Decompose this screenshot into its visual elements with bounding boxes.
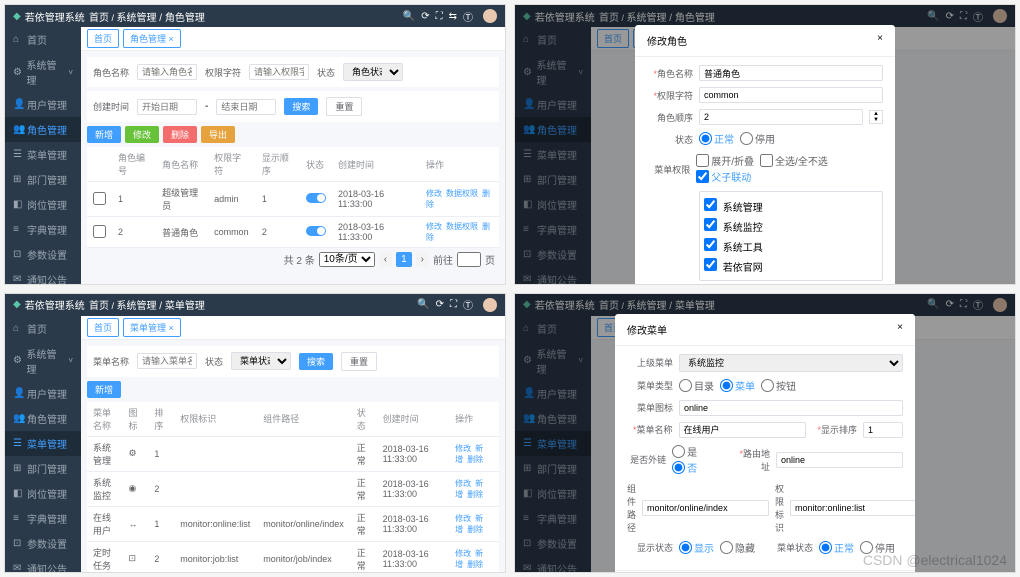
add-button[interactable]: 新增 [87,381,121,398]
menu-name-field[interactable] [679,422,806,438]
sidebar-item[interactable]: ⚙系统管理˅ [5,52,81,92]
table-row: 系统监控◉2正常2018-03-16 11:33:00修改新增删除 [87,471,499,506]
date-end[interactable] [216,99,276,115]
sidebar-item[interactable]: ⚙系统管理˅ [5,341,81,381]
github-icon[interactable]: ⟳ [421,11,429,22]
sidebar-item[interactable]: ⊞部门管理 [5,456,81,481]
status-switch[interactable] [306,193,326,203]
sidebar-item[interactable]: ≡字典管理 [5,506,81,531]
icon-field[interactable] [679,400,903,416]
sidebar-item[interactable]: 👥角色管理 [5,406,81,431]
pagination: 共 2 条 10条/页 ‹1› 前往页 [87,248,499,271]
sidebar-item[interactable]: ☰菜单管理 [5,431,81,456]
search-icon[interactable]: 🔍 [403,11,415,22]
logo[interactable]: 若依管理系统 [13,9,89,24]
dialog-title: 修改菜单 [627,322,667,337]
table-row: 在线用户↔1monitor:online:listmonitor/online/… [87,506,499,541]
role-name-input[interactable] [137,64,197,80]
sidebar-item[interactable]: 👤用户管理 [5,381,81,406]
sidebar-item[interactable]: ✉通知公告 [5,267,81,284]
sidebar-item[interactable]: ◧岗位管理 [5,192,81,217]
table-row: 定时任务⊡2monitor:job:listmonitor/job/index正… [87,541,499,572]
close-icon[interactable]: × [877,33,883,48]
sidebar-item[interactable]: ☰菜单管理 [5,142,81,167]
reset-button[interactable]: 重置 [341,352,377,371]
modal-mask: 修改角色× 角色名称 权限字符 角色顺序▲▼ 状态正常停用 菜单权限展开/折叠全… [515,5,1015,284]
dialog-title: 修改角色 [647,33,687,48]
sidebar-item[interactable]: ⌂首页 [5,316,81,341]
search-button[interactable]: 搜索 [299,353,333,370]
sidebar-item[interactable]: 👥角色管理 [5,117,81,142]
tab-role[interactable]: 角色管理 [123,29,181,48]
status-select[interactable]: 角色状态 [343,63,403,81]
tab-home[interactable]: 首页 [87,29,119,48]
sidebar-item[interactable]: ⊞部门管理 [5,167,81,192]
edit-button[interactable]: 修改 [125,126,159,143]
sidebar-item[interactable]: ✉通知公告 [5,556,81,573]
role-dialog: 修改角色× 角色名称 权限字符 角色顺序▲▼ 状态正常停用 菜单权限展开/折叠全… [635,25,895,285]
sidebar-item[interactable]: ⌂首页 [5,27,81,52]
export-button[interactable]: 导出 [201,126,235,143]
sidebar-item[interactable]: 👤用户管理 [5,92,81,117]
component-field[interactable] [642,500,769,516]
search-bar: 角色名称 权限字符 状态角色状态 [87,57,499,87]
date-start[interactable] [137,99,197,115]
perm-key-field[interactable] [699,87,883,103]
add-button[interactable]: 新增 [87,126,121,143]
menu-dialog: 修改菜单× 上级菜单系统监控 菜单类型目录菜单按钮 菜单图标 菜单名称显示排序 … [615,314,915,574]
app-role-list: 若依管理系统 首页 / 系统管理 / 角色管理 🔍⟳⛶⇆Ⓣ ⌂首页⚙系统管理˅👤… [4,4,506,285]
table-row: 1超级管理员admin12018-03-16 11:33:00修改数据权限删除 [87,182,499,217]
menu-table: 菜单名称图标排序权限标识组件路径状态创建时间操作系统管理⚙1正常2018-03-… [87,402,499,573]
app-menu-list: 若依管理系统首页 / 系统管理 / 菜单管理🔍⟳⛶Ⓣ ⌂首页⚙系统管理˅👤用户管… [4,293,506,574]
avatar[interactable] [483,9,497,23]
perm-key-input[interactable] [249,64,309,80]
table-row: 2普通角色common22018-03-16 11:33:00修改数据权限删除 [87,217,499,248]
order-field[interactable] [699,109,863,125]
route-field[interactable] [776,452,903,468]
size-icon[interactable]: ⇆ [449,11,457,22]
sidebar-item[interactable]: ⊡参数设置 [5,531,81,556]
order-field[interactable] [863,422,903,438]
layout-icon[interactable]: Ⓣ [463,9,473,24]
parent-select[interactable]: 系统监控 [679,354,903,372]
menu-name-input[interactable] [137,353,197,369]
sidebar-item[interactable]: ⊡参数设置 [5,242,81,267]
fullscreen-icon[interactable]: ⛶ [436,11,443,22]
sidebar-item[interactable]: ◧岗位管理 [5,481,81,506]
hdr-icons: 🔍 ⟳ ⛶ ⇆ Ⓣ [403,9,497,24]
step-down[interactable]: ▼ [870,117,882,123]
close-icon[interactable]: × [897,322,903,337]
sidebar: ⌂首页⚙系统管理˅👤用户管理👥角色管理☰菜单管理⊞部门管理◧岗位管理≡字典管理⊡… [5,27,81,284]
delete-button[interactable]: 删除 [163,126,197,143]
header: 若依管理系统 首页 / 系统管理 / 角色管理 🔍⟳⛶⇆Ⓣ [5,5,505,27]
role-name-field[interactable] [699,65,883,81]
search-button[interactable]: 搜索 [284,98,318,115]
app-role-edit: 若依管理系统首页 / 系统管理 / 角色管理🔍⟳⛶Ⓣ ⌂首页⚙系统管理˅👤用户管… [514,4,1016,285]
perm-field[interactable] [790,500,915,516]
perm-tree: 系统管理 系统监控 系统工具 若依官网 [699,191,883,281]
app-menu-edit: 若依管理系统首页 / 系统管理 / 菜单管理🔍⟳⛶Ⓣ ⌂首页⚙系统管理˅👤用户管… [514,293,1016,574]
sidebar-item[interactable]: ≡字典管理 [5,217,81,242]
status-switch[interactable] [306,226,326,236]
table-row: 系统管理⚙1正常2018-03-16 11:33:00修改新增删除 [87,436,499,471]
role-table: 角色编号角色名称权限字符显示顺序状态创建时间操作1超级管理员admin12018… [87,147,499,248]
reset-button[interactable]: 重置 [326,97,362,116]
